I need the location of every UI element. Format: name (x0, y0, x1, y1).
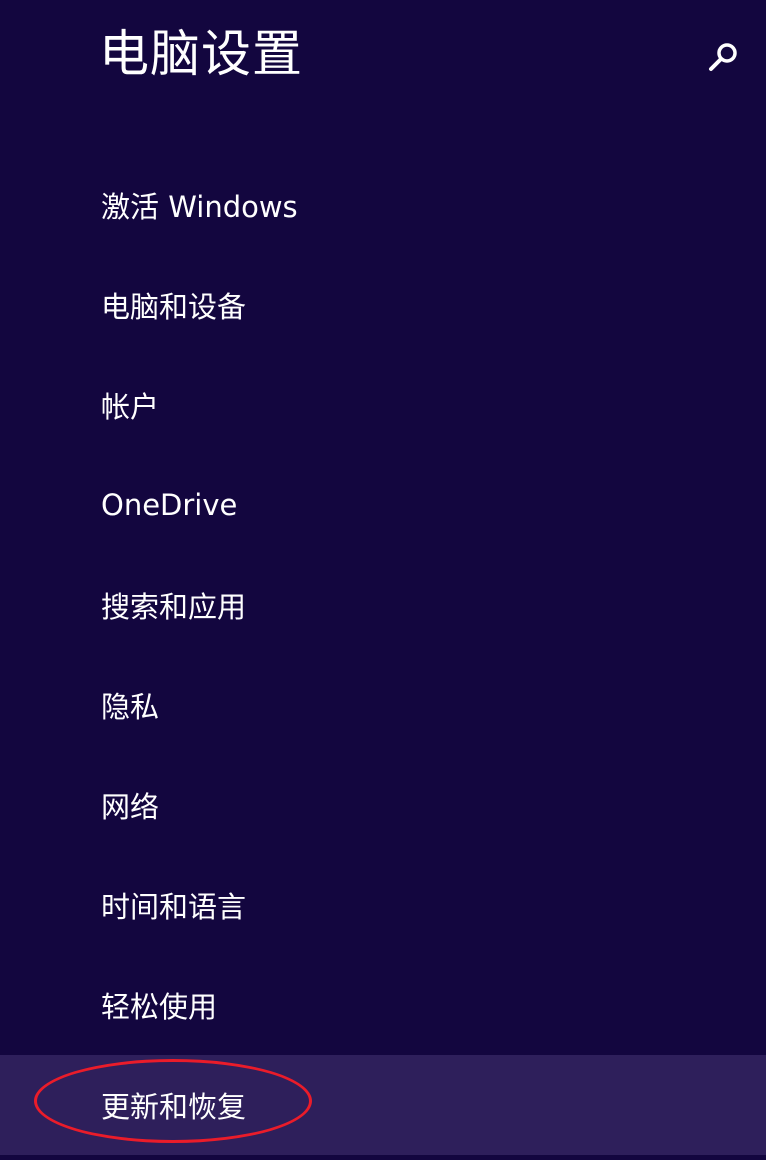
nav-item-label: 隐私 (101, 690, 160, 724)
nav-item-label: OneDrive (101, 488, 238, 522)
nav-item-accounts[interactable]: 帐户 (0, 355, 766, 455)
nav-item-activate-windows[interactable]: 激活 Windows (0, 155, 766, 255)
nav-item-label: 搜索和应用 (101, 590, 247, 624)
nav-item-time-and-language[interactable]: 时间和语言 (0, 855, 766, 955)
nav-item-label: 轻松使用 (101, 990, 218, 1024)
nav-item-update-and-recovery[interactable]: 更新和恢复 (0, 1055, 766, 1155)
nav-item-label: 网络 (101, 790, 160, 824)
nav-item-label: 时间和语言 (101, 890, 247, 924)
settings-nav: 激活 Windows 电脑和设备 帐户 OneDrive 搜索和应用 隐私 网络… (0, 155, 766, 1155)
nav-item-onedrive[interactable]: OneDrive (0, 455, 766, 555)
nav-item-search-and-apps[interactable]: 搜索和应用 (0, 555, 766, 655)
nav-item-label: 帐户 (101, 390, 160, 424)
nav-item-pc-and-devices[interactable]: 电脑和设备 (0, 255, 766, 355)
header: 电脑设置 (0, 0, 766, 110)
page-title: 电脑设置 (99, 25, 303, 83)
nav-item-privacy[interactable]: 隐私 (0, 655, 766, 755)
nav-item-label: 电脑和设备 (101, 290, 247, 324)
nav-item-ease-of-access[interactable]: 轻松使用 (0, 955, 766, 1055)
nav-item-label: 更新和恢复 (101, 1090, 247, 1124)
search-icon[interactable] (706, 38, 742, 74)
nav-item-network[interactable]: 网络 (0, 755, 766, 855)
nav-item-label: 激活 Windows (101, 190, 298, 224)
